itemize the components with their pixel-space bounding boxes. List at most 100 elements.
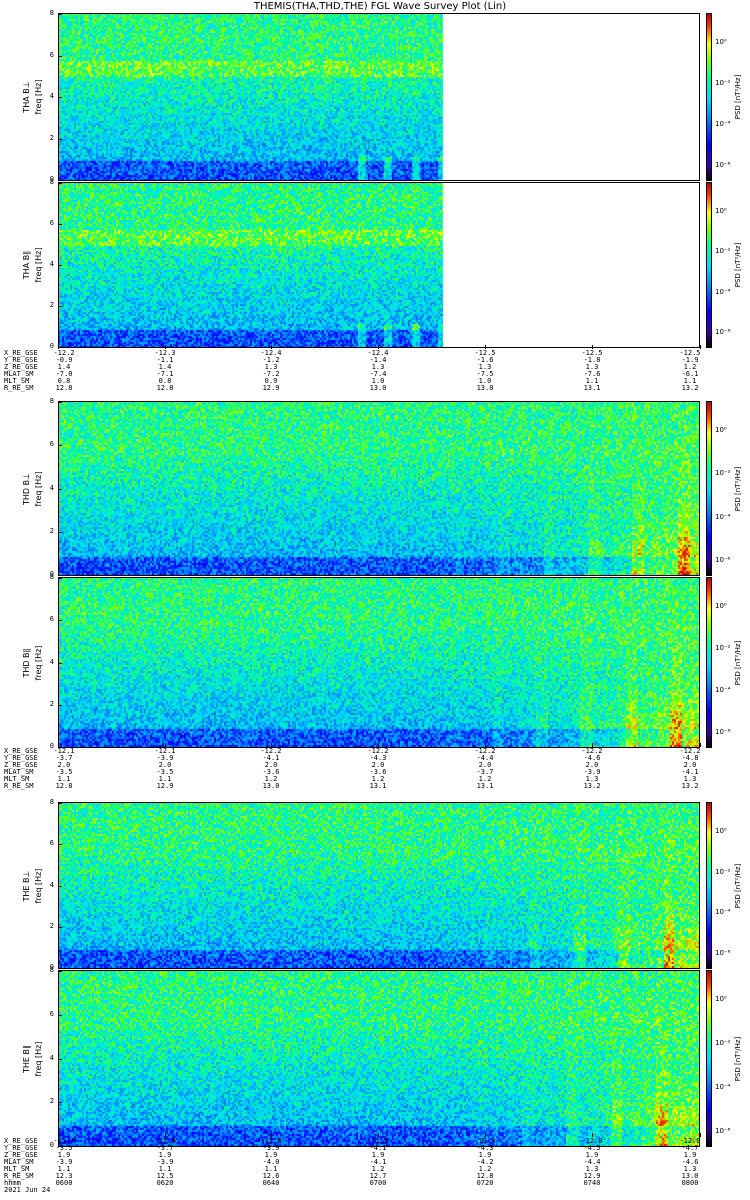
ephemeris-value: 0800 [681, 1179, 699, 1187]
colorbar-tick-label: 10⁻² [715, 867, 731, 876]
ephemeris-value: 13.0 [369, 384, 387, 392]
plot-title: THEMIS(THA,THD,THE) FGL Wave Survey Plot… [253, 1, 507, 12]
colorbar-tick-label: 10⁻² [715, 644, 731, 652]
y-tick-label: 6 [49, 1009, 54, 1018]
colorbar-frame [706, 401, 712, 576]
colorbar-label: PSD [nT²/Hz] [734, 242, 742, 288]
x-tick-mark [378, 743, 379, 747]
y-tick-label: 6 [49, 50, 54, 59]
y-tick-mark [58, 14, 62, 15]
spectrogram-panel: THE B⊥ freq [Hz] 0 2 4 6 8 10⁰ 10⁻² 10⁻⁴ 10⁻⁶ PSD [… [0, 798, 750, 971]
y-axis-probe-label: THE B∥ [22, 1044, 31, 1073]
y-tick-label: 4 [49, 657, 54, 666]
x-tick-mark [378, 345, 379, 349]
y-tick-label: 2 [49, 1097, 54, 1106]
colorbar-tick-label: 10⁻² [715, 1039, 731, 1047]
x-tick-mark [271, 743, 272, 747]
colorbar-tick-label: 10⁰ [715, 207, 727, 215]
ephemeris-value: 13.2 [583, 782, 601, 790]
colorbar-tick-label: 10⁻⁶ [715, 1127, 731, 1135]
y-tick-mark [58, 926, 62, 928]
y-tick-mark [58, 183, 62, 184]
colorbar-tick-label: 10⁻⁴ [715, 686, 731, 694]
y-tick-label: 2 [49, 301, 54, 309]
x-tick-mark [485, 743, 486, 747]
y-axis-probe-label: THE B⊥ [22, 870, 31, 901]
ephemeris-value: 0640 [262, 1179, 280, 1187]
x-tick-mark [485, 345, 486, 349]
ephemeris-value: 0740 [583, 1179, 601, 1187]
x-tick-mark [378, 1133, 379, 1137]
colorbar-frame [706, 577, 712, 748]
x-tick-mark [271, 1133, 272, 1137]
y-tick-mark [58, 704, 62, 706]
colorbar-tick-label: 10⁰ [715, 426, 727, 434]
y-tick-mark [58, 180, 62, 181]
x-tick-mark [592, 1133, 593, 1137]
spectrogram-panel: THE B∥ freq [Hz] 0 2 4 6 8 10⁰ 10⁻² 10⁻⁴ 10⁻⁶ PSD [… [0, 966, 750, 1149]
y-tick-label: 8 [49, 798, 54, 806]
y-tick-mark [58, 844, 62, 846]
x-tick-mark [58, 743, 59, 747]
y-tick-mark [58, 265, 62, 266]
ephemeris-row-name: 2021 Jun 24 [4, 1186, 51, 1194]
x-tick-mark [165, 345, 166, 349]
ephemeris-row-name: R_RE_SM [4, 384, 34, 392]
colorbar-tick-label: 10⁻⁶ [715, 161, 731, 169]
y-tick-label: 4 [49, 92, 54, 100]
y-tick-mark [58, 1102, 62, 1104]
x-tick-mark [485, 1133, 486, 1137]
colorbar-label: PSD [nT²/Hz] [734, 1036, 742, 1081]
spectrogram-panel: THA B∥ freq [Hz] 0 2 4 6 8 10⁰ 10⁻² 10⁻⁴ 10⁻⁶ PSD [… [0, 178, 750, 350]
y-tick-mark [58, 1058, 62, 1060]
ephemeris-row: 2021 Jun 24 [4, 1187, 744, 1194]
ephemeris-value: 0720 [476, 1179, 494, 1187]
colorbar-tick-label: 10⁻⁴ [715, 120, 731, 128]
spectrogram-panel: THA B⊥ freq [Hz] 0 2 4 6 8 10⁰ 10⁻² 10⁻⁴ 10⁻⁶ PSD [… [0, 9, 750, 183]
ephemeris-value: 13.2 [681, 384, 699, 392]
y-tick-label: 4 [49, 260, 54, 268]
y-tick-label: 8 [49, 9, 54, 17]
colorbar-tick-label: 10⁰ [715, 995, 727, 1003]
x-tick-mark [700, 1133, 701, 1137]
y-tick-label: 2 [49, 133, 54, 142]
colorbar-label: PSD [nT²/Hz] [734, 640, 742, 685]
colorbar-label: PSD [nT²/Hz] [734, 863, 742, 908]
ephemeris-value: 13.2 [681, 782, 699, 790]
x-tick-mark [700, 345, 701, 349]
y-tick-mark [58, 445, 62, 447]
y-tick-label: 8 [49, 573, 54, 581]
spectrogram-heatmap [58, 401, 700, 576]
ephemeris-value: 0620 [156, 1179, 174, 1187]
y-tick-label: 0 [49, 342, 54, 350]
y-tick-label: 4 [49, 1053, 54, 1062]
y-tick-mark [58, 575, 62, 576]
y-axis-probe-label: THA B⊥ [22, 81, 31, 113]
colorbar-tick-label: 10⁻⁴ [715, 512, 731, 521]
ephemeris-value: 13.1 [476, 782, 494, 790]
x-tick-mark [592, 743, 593, 747]
y-tick-label: 2 [49, 921, 54, 930]
colorbar-tick-label: 10⁻² [715, 79, 731, 87]
spectrogram-panel: THD B⊥ freq [Hz] 0 2 4 6 8 10⁰ 10⁻² 10⁻⁴ 10⁻⁶ PSD [… [0, 397, 750, 578]
y-tick-label: 2 [49, 526, 54, 535]
y-tick-label: 6 [49, 839, 54, 848]
ephemeris-row: R_RE_SM 12.8 12.8 12.9 13.0 13.0 13.1 13.2 [4, 385, 744, 392]
ephemeris-value: 0700 [369, 1179, 387, 1187]
y-tick-mark [58, 224, 62, 225]
colorbar-frame [706, 182, 712, 348]
ephemeris-value: 13.1 [369, 782, 387, 790]
y-tick-mark [58, 662, 62, 664]
y-tick-mark [58, 1014, 62, 1016]
y-tick-mark [58, 620, 62, 622]
ephemeris-row: hhmm 0600 0620 0640 0700 0720 0740 0800 [4, 1180, 744, 1187]
y-tick-mark [58, 531, 62, 533]
y-tick-label: 4 [49, 483, 54, 492]
ephemeris-value: 12.9 [262, 384, 280, 392]
colorbar-tick-label: 10⁻⁴ [715, 287, 731, 296]
y-tick-label: 2 [49, 699, 54, 708]
ephemeris-table: X_RE_GSE -12.1 -12.1 -12.2 -12.2 -12.2 -12.2 -1… [4, 748, 744, 794]
colorbar-tick-label: 10⁻⁶ [715, 556, 731, 564]
spectrogram-heatmap [58, 970, 700, 1147]
ephemeris-table: X_RE_GSE -12.2 -12.3 -12.4 -12.4 -12.5 -12.5 -1… [4, 350, 744, 396]
